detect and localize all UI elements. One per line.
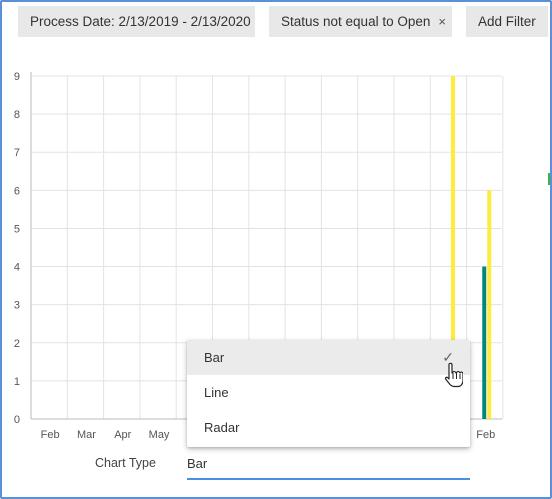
y-tick-label: 9 xyxy=(14,71,20,83)
x-tick-label: Feb xyxy=(476,429,495,441)
y-tick-label: 0 xyxy=(14,414,20,426)
x-tick-label: Apr xyxy=(114,429,131,441)
menu-item-bar[interactable]: Bar ✓ xyxy=(187,340,470,375)
chart-type-value: Bar xyxy=(187,456,208,471)
menu-item-label: Bar xyxy=(204,350,225,365)
chart-type-label: Chart Type xyxy=(95,456,156,470)
bar xyxy=(487,190,492,419)
menu-item-radar[interactable]: Radar xyxy=(187,410,470,445)
y-tick-label: 1 xyxy=(14,376,20,388)
y-tick-label: 6 xyxy=(14,185,20,197)
chart-type-menu: Bar ✓ Line Radar xyxy=(187,340,470,447)
hand-cursor-icon xyxy=(445,362,463,388)
edge-marker xyxy=(548,173,550,185)
menu-item-label: Line xyxy=(204,385,229,400)
y-tick-label: 8 xyxy=(14,109,20,121)
bar xyxy=(482,266,487,419)
chart-type-select[interactable]: Bar xyxy=(187,452,470,480)
y-tick-label: 4 xyxy=(14,262,20,274)
y-tick-label: 2 xyxy=(14,338,20,350)
x-tick-label: Mar xyxy=(77,429,96,441)
x-tick-label: Feb xyxy=(41,429,60,441)
x-tick-label: May xyxy=(149,429,170,441)
y-tick-label: 7 xyxy=(14,147,20,159)
menu-item-line[interactable]: Line xyxy=(187,375,470,410)
y-tick-label: 3 xyxy=(14,300,20,312)
menu-item-label: Radar xyxy=(204,420,240,435)
y-tick-label: 5 xyxy=(14,223,20,235)
